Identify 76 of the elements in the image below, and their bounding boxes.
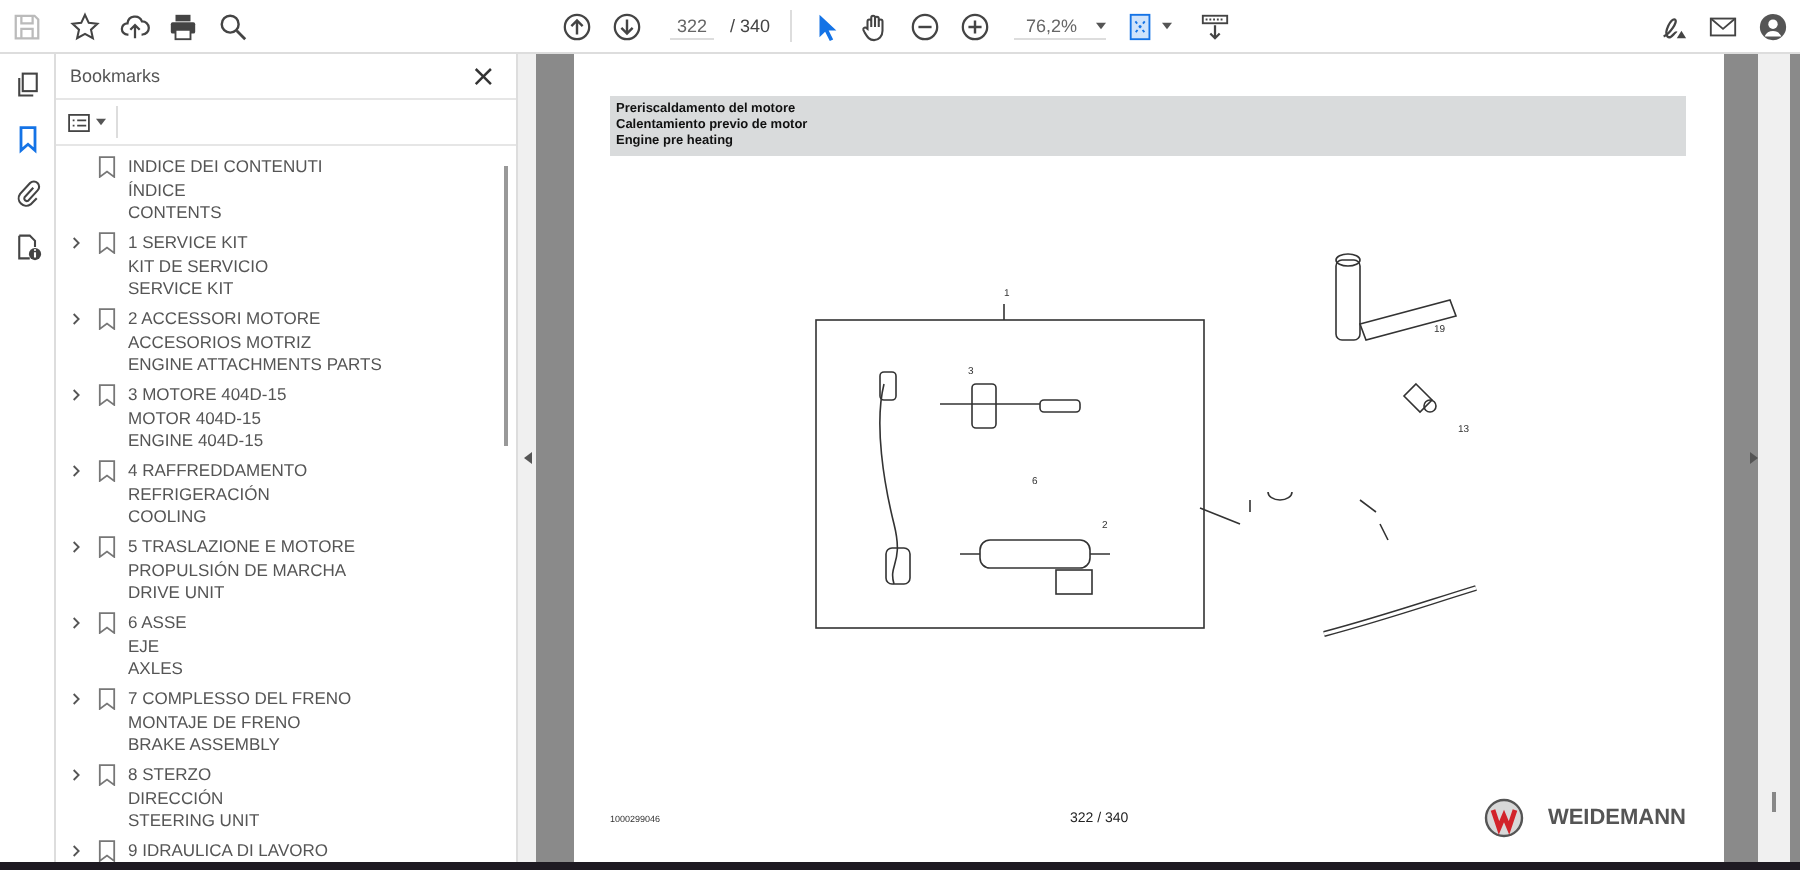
bookmark-icon bbox=[98, 308, 116, 330]
dropdown-caret-icon bbox=[1096, 21, 1107, 29]
bookmark-icon bbox=[98, 840, 116, 862]
bookmark-icon bbox=[98, 764, 116, 786]
scroll-mode-icon[interactable] bbox=[1200, 11, 1231, 41]
expand-chevron-icon[interactable] bbox=[72, 768, 82, 782]
document-info-icon[interactable] bbox=[13, 232, 41, 262]
brand-name: WEIDEMANN bbox=[1547, 806, 1686, 830]
bookmark-icon bbox=[98, 232, 116, 254]
dropdown-caret-icon bbox=[1162, 22, 1173, 30]
bookmark-label[interactable]: COOLING bbox=[128, 506, 308, 531]
bookmark-label[interactable]: DIRECCIÓN bbox=[128, 787, 260, 811]
bookmark-label[interactable]: ENGINE ATTACHMENTS PARTS bbox=[128, 354, 382, 379]
bookmark-label[interactable]: 5 TRASLAZIONE E MOTORE bbox=[128, 536, 356, 560]
logo-icon bbox=[1483, 798, 1524, 838]
page-up-icon[interactable] bbox=[562, 11, 592, 41]
page-count: / 340 bbox=[730, 16, 771, 36]
bookmark-label[interactable]: 9 IDRAULICA DI LAVORO bbox=[128, 840, 328, 862]
bookmark-label[interactable]: EJE bbox=[128, 635, 187, 659]
bookmark-label[interactable]: AXLES bbox=[128, 658, 187, 683]
bookmark-icon bbox=[98, 384, 116, 406]
page-fit-button[interactable] bbox=[1126, 11, 1173, 41]
print-icon[interactable] bbox=[168, 11, 198, 41]
bookmark-label[interactable]: REFRIGERACIÓN bbox=[128, 483, 308, 507]
paperclip-icon[interactable] bbox=[13, 178, 41, 208]
page-down-icon[interactable] bbox=[612, 11, 642, 41]
bookmark-label[interactable]: DRIVE UNIT bbox=[128, 582, 356, 607]
expand-chevron-icon[interactable] bbox=[72, 388, 82, 402]
bookmark-label[interactable]: 6 ASSE bbox=[128, 612, 187, 636]
bookmark-label[interactable]: 2 ACCESSORI MOTORE bbox=[128, 308, 382, 332]
page-number-field[interactable]: 322 bbox=[670, 13, 714, 39]
bookmark-label[interactable]: 4 RAFFREDDAMENTO bbox=[128, 460, 308, 484]
bookmark-label[interactable]: SERVICE KIT bbox=[128, 278, 269, 303]
bookmark-icon bbox=[98, 612, 116, 634]
zoom-field[interactable]: 76,2% bbox=[1014, 13, 1107, 39]
cloud-upload-icon[interactable] bbox=[120, 11, 150, 41]
expand-chevron-icon[interactable] bbox=[72, 692, 82, 706]
close-button[interactable]: × bbox=[466, 62, 500, 90]
expand-chevron-icon[interactable] bbox=[72, 464, 82, 478]
bookmark-icon bbox=[98, 688, 116, 710]
expand-chevron-icon[interactable] bbox=[72, 312, 82, 326]
expand-chevron-icon[interactable] bbox=[72, 616, 82, 630]
bookmark-icon bbox=[98, 536, 116, 558]
bookmark-label[interactable]: 1 SERVICE KIT bbox=[128, 232, 269, 256]
bookmark-label[interactable]: KIT DE SERVICIO bbox=[128, 255, 269, 279]
bookmark-label[interactable]: MOTOR 404D-15 bbox=[128, 407, 287, 431]
star-icon[interactable] bbox=[70, 11, 100, 41]
bookmark-icon bbox=[98, 156, 116, 178]
collapse-arrow-icon[interactable] bbox=[523, 452, 531, 464]
pages-icon[interactable] bbox=[13, 70, 41, 100]
zoom-out-icon[interactable] bbox=[910, 11, 941, 41]
options-button[interactable] bbox=[68, 106, 118, 138]
dropdown-caret-icon bbox=[96, 118, 106, 126]
bookmark-label[interactable]: ACCESORIOS MOTRIZ bbox=[128, 331, 382, 355]
list-icon bbox=[68, 113, 90, 131]
bookmark-label[interactable]: INDICE DEI CONTENUTI bbox=[128, 156, 323, 180]
expand-chevron-icon[interactable] bbox=[72, 844, 82, 858]
bookmark-label[interactable]: 8 STERZO bbox=[128, 764, 260, 788]
bookmark-label[interactable]: 7 COMPLESSO DEL FRENO bbox=[128, 688, 352, 712]
scrollbar-thumb[interactable] bbox=[504, 166, 508, 446]
zoom-in-icon[interactable] bbox=[960, 11, 991, 41]
bookmark-label[interactable]: PROPULSIÓN DE MARCHA bbox=[128, 559, 356, 583]
bookmark-label[interactable]: 3 MOTORE 404D-15 bbox=[128, 384, 287, 408]
bookmark-label[interactable]: CONTENTS bbox=[128, 202, 323, 227]
expand-chevron-icon[interactable] bbox=[72, 236, 82, 250]
bookmark-label[interactable]: ENGINE 404D-15 bbox=[128, 430, 287, 455]
account-icon[interactable] bbox=[1758, 11, 1788, 41]
bookmark-label[interactable]: BRAKE ASSEMBLY bbox=[128, 734, 352, 759]
bookmark-label[interactable]: STEERING UNIT bbox=[128, 810, 260, 835]
bookmark-icon bbox=[98, 460, 116, 482]
search-icon[interactable] bbox=[218, 11, 248, 41]
bookmark-label[interactable]: ÍNDICE bbox=[128, 179, 323, 203]
scrollbar-thumb[interactable] bbox=[1772, 792, 1776, 812]
bookmark-label[interactable]: MONTAJE DE FRENO bbox=[128, 711, 352, 735]
expand-chevron-icon[interactable] bbox=[72, 540, 82, 554]
panel-title: Bookmarks bbox=[70, 66, 161, 86]
